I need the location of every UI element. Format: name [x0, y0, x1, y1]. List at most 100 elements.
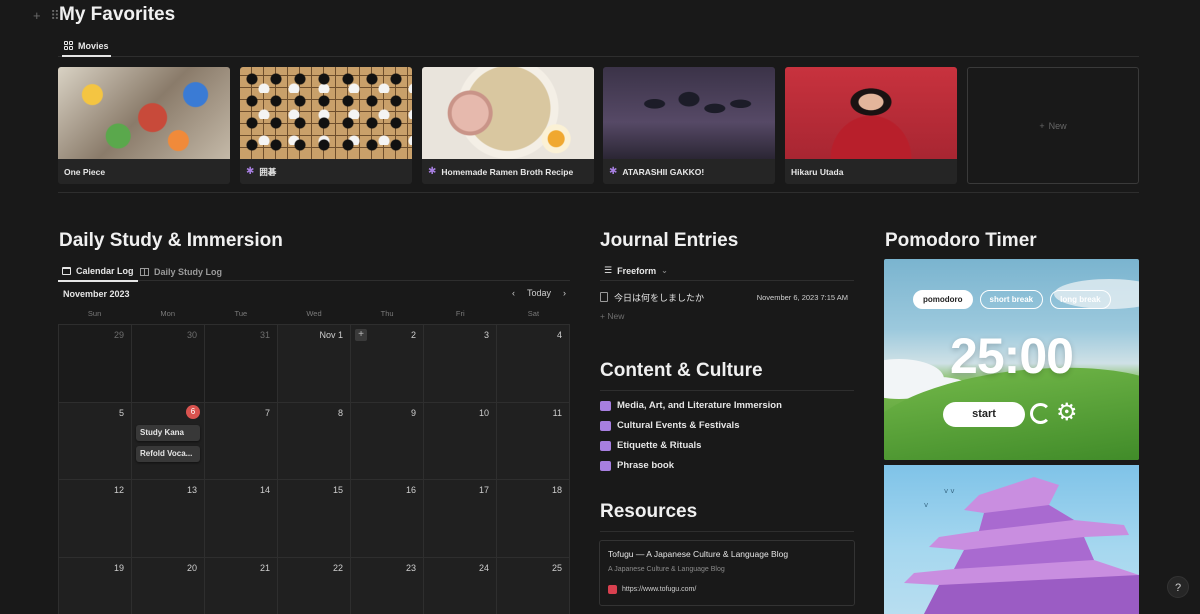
gallery-card-one-piece[interactable]: One Piece [58, 67, 230, 184]
tab-calendar-log-label: Calendar Log [76, 265, 134, 276]
tab-calendar-log[interactable]: Calendar Log [58, 261, 138, 282]
gallery-card-go[interactable]: ✱ 囲碁 [240, 67, 412, 184]
bookmark-tofugu[interactable]: Tofugu — A Japanese Culture & Language B… [599, 540, 855, 606]
culture-heading: Content & Culture [600, 360, 763, 381]
calendar-day[interactable]: 10 [424, 402, 497, 480]
calendar-day[interactable]: 15 [278, 480, 351, 558]
calendar-day[interactable]: 16 [351, 480, 424, 558]
gallery-grid-icon [64, 41, 73, 50]
bookmark-description: A Japanese Culture & Language Blog [608, 566, 725, 573]
calendar-day[interactable]: 11 [497, 402, 570, 480]
culture-link-phrasebook[interactable]: Phrase book [600, 460, 674, 471]
weekday-label: Fri [455, 309, 465, 318]
calendar-day[interactable]: 7 [205, 402, 278, 480]
journal-entry-title: 今日は何をしましたか [614, 292, 705, 303]
calendar-day[interactable]: 5 [59, 402, 132, 480]
culture-link-etiquette[interactable]: Etiquette & Rituals [600, 440, 701, 451]
calendar-grid: 29 30 31 Nov 1 +2 3 4 5 6 Study Kana Ref… [58, 324, 570, 614]
mode-short-break[interactable]: short break [979, 290, 1044, 309]
calendar-day[interactable]: 3 [424, 325, 497, 403]
card-title: Homemade Ramen Broth Recipe [441, 166, 574, 177]
group-photo-image [603, 67, 775, 159]
svg-text:v: v [924, 501, 928, 509]
pomodoro-heading: Pomodoro Timer [885, 230, 1037, 251]
calendar-day[interactable]: +2 [351, 325, 424, 403]
list-icon: ☰ [604, 265, 613, 275]
divider [600, 531, 854, 532]
calendar-day[interactable]: 18 [497, 480, 570, 558]
journal-entry-row[interactable]: 今日は何をしましたか November 6, 2023 7:15 AM [600, 288, 854, 306]
calendar-event[interactable]: Refold Voca... [136, 445, 200, 462]
calendar-day[interactable]: 23 [351, 557, 424, 614]
calendar-day-today[interactable]: 6 Study Kana Refold Voca... [132, 402, 205, 480]
weekday-label: Tue [234, 309, 248, 318]
card-title: One Piece [64, 166, 106, 177]
calendar-day[interactable]: 9 [351, 402, 424, 480]
bookmark-url: https://www.tofugu.com/ [622, 586, 697, 593]
ramen-bowl-image [422, 67, 594, 159]
tab-daily-study-log-label: Daily Study Log [154, 266, 223, 277]
calendar-day[interactable]: 14 [205, 480, 278, 558]
calendar-day[interactable]: 13 [132, 480, 205, 558]
go-board-image [240, 67, 412, 159]
divider [600, 390, 854, 391]
card-title: ATARASHII GAKKO! [622, 166, 705, 177]
festival-icon [600, 420, 611, 431]
tab-movies-label: Movies [78, 40, 109, 51]
calendar-day[interactable]: 22 [278, 557, 351, 614]
gallery-new-card[interactable]: + New [967, 67, 1139, 184]
gallery-card-hikaru-utada[interactable]: Hikaru Utada [785, 67, 957, 184]
weekday-label: Wed [306, 309, 322, 318]
pomodoro-widget: pomodoro short break long break 25:00 st… [884, 259, 1139, 460]
card-title: 囲碁 [259, 166, 277, 177]
calendar-day[interactable]: 20 [132, 557, 205, 614]
mode-pomodoro[interactable]: pomodoro [913, 290, 973, 309]
table-icon [140, 267, 149, 276]
add-event-icon[interactable]: + [355, 329, 367, 341]
journal-heading: Journal Entries [600, 230, 739, 251]
timer-display: 25:00 [950, 328, 1074, 384]
culture-link-media[interactable]: Media, Art, and Literature Immersion [600, 400, 782, 411]
journal-view-tab[interactable]: ☰ Freeform ⌄ [600, 261, 854, 281]
divider [58, 192, 1139, 193]
portrait-image [785, 67, 957, 159]
start-button[interactable]: start [943, 402, 1025, 427]
gallery-card-atarashii-gakko[interactable]: ✱ ATARASHII GAKKO! [603, 67, 775, 184]
tab-movies[interactable]: Movies [62, 36, 111, 57]
calendar-day[interactable]: 29 [59, 325, 132, 403]
gear-icon[interactable]: ⚙ [1056, 399, 1078, 427]
calendar-day[interactable]: 8 [278, 402, 351, 480]
calendar-day[interactable]: 24 [424, 557, 497, 614]
sparkle-icon: ✱ [428, 166, 437, 177]
page-title: My Favorites [59, 4, 176, 25]
calendar-header: November 2023 ‹ Today › [58, 288, 570, 302]
journal-new-button[interactable]: + New [600, 311, 624, 321]
bookmark-title: Tofugu — A Japanese Culture & Language B… [608, 549, 789, 559]
weekday-row: Sun Mon Tue Wed Thu Fri Sat [58, 309, 570, 323]
reset-icon[interactable] [1030, 403, 1051, 424]
calendar-day[interactable]: 30 [132, 325, 205, 403]
sparkle-icon: ✱ [609, 166, 618, 177]
calendar-day[interactable]: Nov 1 [278, 325, 351, 403]
speech-bubble-icon [600, 460, 611, 471]
calendar-day[interactable]: 19 [59, 557, 132, 614]
chevron-down-icon: ⌄ [661, 266, 668, 275]
calendar-day[interactable]: 21 [205, 557, 278, 614]
chevron-right-icon[interactable]: › [563, 288, 566, 298]
calendar-day[interactable]: 4 [497, 325, 570, 403]
help-button[interactable]: ? [1167, 576, 1189, 598]
calendar-day[interactable]: 25 [497, 557, 570, 614]
calendar-day[interactable]: 12 [59, 480, 132, 558]
calendar-event[interactable]: Study Kana [136, 424, 200, 441]
mode-long-break[interactable]: long break [1050, 290, 1111, 309]
calendar-day[interactable]: 17 [424, 480, 497, 558]
anime-collage-image [58, 67, 230, 159]
tab-daily-study-log[interactable]: Daily Study Log [140, 261, 222, 282]
culture-link-events[interactable]: Cultural Events & Festivals [600, 420, 739, 431]
chevron-left-icon[interactable]: ‹ [512, 288, 515, 298]
calendar-tabs: Calendar Log Daily Study Log [58, 261, 570, 282]
today-button[interactable]: Today [527, 288, 551, 298]
gallery-card-ramen[interactable]: ✱ Homemade Ramen Broth Recipe [422, 67, 594, 184]
document-icon [600, 292, 608, 302]
calendar-day[interactable]: 31 [205, 325, 278, 403]
